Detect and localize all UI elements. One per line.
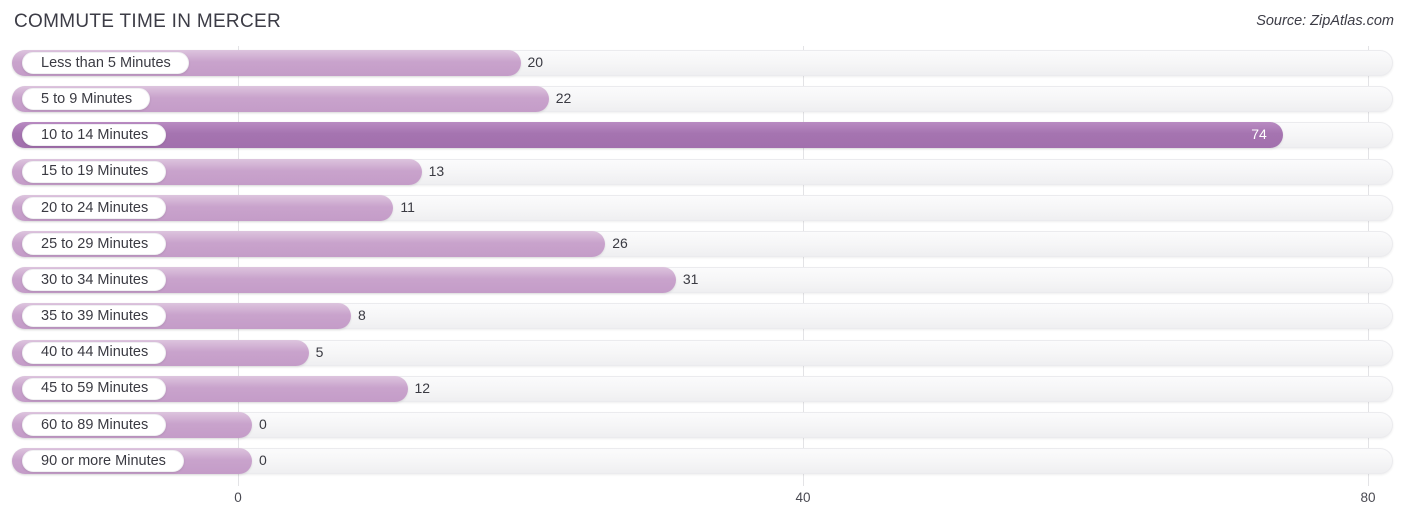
bar-row[interactable]: 35 to 39 Minutes 8: [0, 299, 1406, 335]
bar-row[interactable]: 90 or more Minutes 0: [0, 444, 1406, 480]
category-label-pill: 45 to 59 Minutes: [22, 377, 167, 400]
bar-row[interactable]: 5 to 9 Minutes 22: [0, 82, 1406, 118]
bar-value-label: 26: [612, 234, 628, 251]
bar-row[interactable]: 45 to 59 Minutes 12: [0, 372, 1406, 408]
bar-row[interactable]: 20 to 24 Minutes 11: [0, 191, 1406, 227]
category-label-pill: 25 to 29 Minutes: [22, 232, 167, 255]
category-label: Less than 5 Minutes: [41, 54, 171, 71]
bar-row[interactable]: 10 to 14 Minutes 74: [0, 118, 1406, 154]
bar-value-label: 12: [414, 379, 431, 396]
bar-value-label: 31: [682, 271, 699, 288]
category-label: 90 or more Minutes: [41, 452, 166, 469]
category-label-pill: 15 to 19 Minutes: [22, 160, 167, 183]
category-label-pill: 5 to 9 Minutes: [22, 88, 151, 111]
x-axis-tick-label: 0: [234, 490, 242, 505]
category-label: 60 to 89 Minutes: [41, 416, 149, 433]
bar-value-label: 5: [315, 343, 324, 360]
category-label-pill: 40 to 44 Minutes: [22, 341, 167, 364]
category-label: 25 to 29 Minutes: [41, 235, 149, 252]
category-label: 40 to 44 Minutes: [41, 344, 149, 361]
bar-value-label: 11: [400, 198, 415, 215]
x-axis-tick-label: 40: [795, 490, 811, 505]
category-label-pill: 20 to 24 Minutes: [22, 196, 167, 219]
category-label-pill: 90 or more Minutes: [22, 450, 184, 473]
bar-row[interactable]: Less than 5 Minutes 20: [0, 46, 1406, 82]
bar-row[interactable]: 15 to 19 Minutes 13: [0, 155, 1406, 191]
x-axis: 0 40 80: [0, 486, 1406, 524]
category-label-pill: Less than 5 Minutes: [22, 52, 189, 74]
bar-value-label: 22: [555, 90, 572, 107]
bar-value-label: 13: [428, 162, 445, 179]
category-label: 30 to 34 Minutes: [41, 271, 149, 288]
bar-row[interactable]: 30 to 34 Minutes 31: [0, 263, 1406, 299]
bar-value-label: 8: [358, 307, 366, 324]
bar-value-label: 0: [259, 415, 267, 432]
category-label: 10 to 14 Minutes: [41, 127, 149, 144]
chart-plot-area: Less than 5 Minutes 20 5 to 9 Minutes 22 10 …: [0, 46, 1406, 486]
bar-rows: Less than 5 Minutes 20 5 to 9 Minutes 22 10 …: [0, 46, 1406, 480]
category-label-pill: 10 to 14 Minutes: [22, 124, 167, 147]
bar-value-label: 0: [259, 452, 267, 469]
bar-value-label: 20: [527, 54, 544, 70]
x-axis-tick-label: 80: [1360, 490, 1376, 505]
category-label-pill: 60 to 89 Minutes: [22, 413, 167, 436]
bar-value-label: 74: [1251, 126, 1267, 143]
category-label: 35 to 39 Minutes: [41, 308, 149, 325]
bar-fill[interactable]: [12, 122, 1284, 149]
category-label: 45 to 59 Minutes: [41, 380, 149, 397]
category-label: 5 to 9 Minutes: [41, 90, 133, 107]
bar-row[interactable]: 60 to 89 Minutes 0: [0, 408, 1406, 444]
chart-header: COMMUTE TIME IN MERCER Source: ZipAtlas.…: [0, 0, 1406, 46]
category-label: 15 to 19 Minutes: [41, 163, 149, 180]
bar-row[interactable]: 40 to 44 Minutes 5: [0, 336, 1406, 372]
category-label: 20 to 24 Minutes: [41, 199, 149, 216]
page-title: COMMUTE TIME IN MERCER: [14, 11, 281, 32]
category-label-pill: 35 to 39 Minutes: [22, 305, 167, 328]
bar-row[interactable]: 25 to 29 Minutes 26: [0, 227, 1406, 263]
category-label-pill: 30 to 34 Minutes: [22, 269, 167, 292]
source-attribution: Source: ZipAtlas.com: [1256, 13, 1394, 29]
